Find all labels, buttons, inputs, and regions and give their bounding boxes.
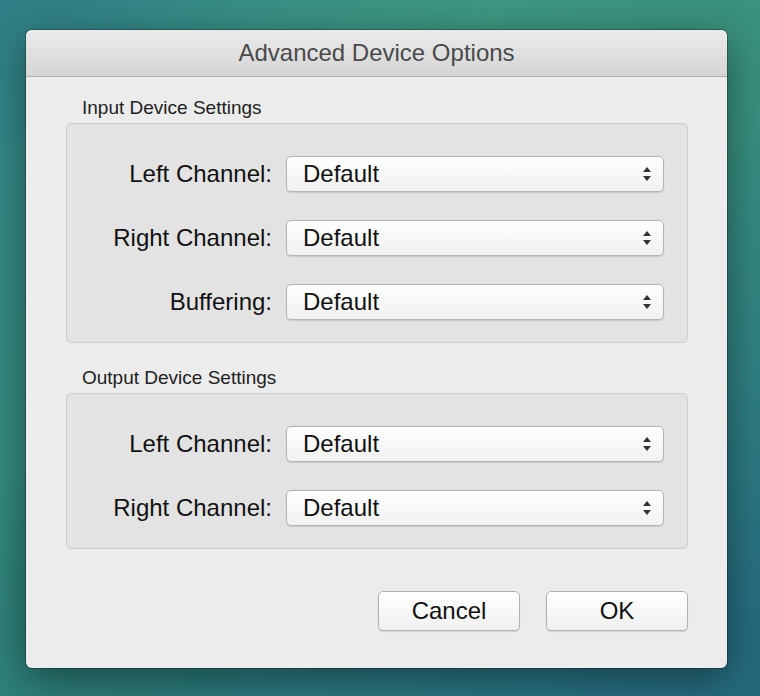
updown-arrows-icon <box>641 498 653 518</box>
cancel-button[interactable]: Cancel <box>378 591 520 631</box>
updown-arrows-icon <box>641 164 653 184</box>
row-label: Left Channel: <box>67 430 272 458</box>
popup-value: Default <box>303 494 641 522</box>
button-row: Cancel OK <box>66 591 688 631</box>
updown-arrows-icon <box>641 434 653 454</box>
popup-button[interactable]: Default <box>286 284 664 320</box>
popup-value: Default <box>303 288 641 316</box>
row-label: Left Channel: <box>67 160 272 188</box>
updown-arrows-icon <box>641 228 653 248</box>
popup-value: Default <box>303 160 641 188</box>
popup-value: Default <box>303 224 641 252</box>
popup-button[interactable]: Default <box>286 426 664 462</box>
dialog-body: Input Device Settings Left Channel: Defaul… <box>26 77 727 668</box>
title-bar: Advanced Device Options <box>26 30 727 77</box>
row-label: Right Channel: <box>67 494 272 522</box>
group-box: Left Channel: Default Right Channel: Defaul… <box>66 393 688 549</box>
updown-arrows-icon <box>641 292 653 312</box>
settings-group: Input Device Settings Left Channel: Defaul… <box>66 97 688 343</box>
group-box: Left Channel: Default Right Channel: Defaul… <box>66 123 688 343</box>
popup-button[interactable]: Default <box>286 490 664 526</box>
popup-value: Default <box>303 430 641 458</box>
popup-button[interactable]: Default <box>286 220 664 256</box>
row-label: Right Channel: <box>67 224 272 252</box>
dialog-window: Advanced Device Options Input Device Sett… <box>26 30 727 668</box>
ok-button[interactable]: OK <box>546 591 688 631</box>
group-label: Input Device Settings <box>66 97 688 119</box>
row-label: Buffering: <box>67 288 272 316</box>
group-label: Output Device Settings <box>66 367 688 389</box>
window-title: Advanced Device Options <box>238 39 514 67</box>
settings-group: Output Device Settings Left Channel: Defau… <box>66 367 688 549</box>
popup-button[interactable]: Default <box>286 156 664 192</box>
